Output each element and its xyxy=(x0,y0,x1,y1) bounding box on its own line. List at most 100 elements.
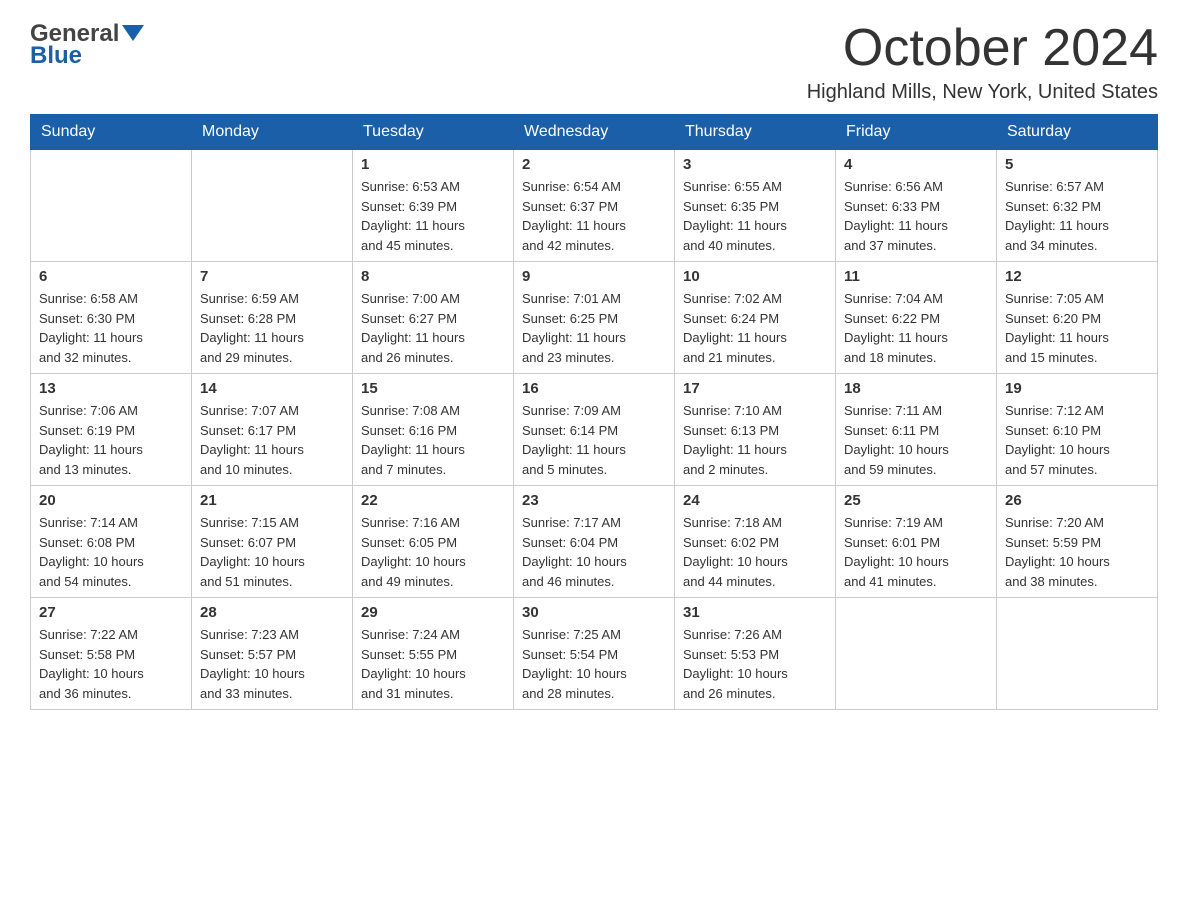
calendar-week-2: 6 Sunrise: 6:58 AM Sunset: 6:30 PM Daylig… xyxy=(31,262,1158,374)
calendar-cell: 19 Sunrise: 7:12 AM Sunset: 6:10 PM Dayli… xyxy=(997,374,1158,486)
day-info: Sunrise: 7:07 AM Sunset: 6:17 PM Dayligh… xyxy=(200,401,344,479)
calendar-cell: 23Sunrise: 7:17 AM Sunset: 6:04 PM Dayli… xyxy=(514,486,675,598)
calendar-week-1: 1Sunrise: 6:53 AM Sunset: 6:39 PM Daylig… xyxy=(31,150,1158,262)
calendar-cell: 1Sunrise: 6:53 AM Sunset: 6:39 PM Daylig… xyxy=(353,150,514,262)
day-number: 18 xyxy=(844,380,988,397)
calendar-header-sunday: Sunday xyxy=(31,115,192,150)
calendar-table: SundayMondayTuesdayWednesdayThursdayFrid… xyxy=(30,114,1158,710)
calendar-cell: 7 Sunrise: 6:59 AM Sunset: 6:28 PM Daylig… xyxy=(192,262,353,374)
day-info: Sunrise: 7:26 AM Sunset: 5:53 PM Dayligh… xyxy=(683,625,827,703)
calendar-cell: 15Sunrise: 7:08 AM Sunset: 6:16 PM Dayli… xyxy=(353,374,514,486)
calendar-week-5: 27 Sunrise: 7:22 AM Sunset: 5:58 PM Dayli… xyxy=(31,598,1158,710)
calendar-cell: 14Sunrise: 7:07 AM Sunset: 6:17 PM Dayli… xyxy=(192,374,353,486)
day-number: 9 xyxy=(522,268,666,285)
day-info: Sunrise: 6:54 AM Sunset: 6:37 PM Dayligh… xyxy=(522,177,666,255)
calendar-header-wednesday: Wednesday xyxy=(514,115,675,150)
day-info: Sunrise: 7:19 AM Sunset: 6:01 PM Dayligh… xyxy=(844,513,988,591)
calendar-header-friday: Friday xyxy=(836,115,997,150)
day-info: Sunrise: 7:09 AM Sunset: 6:14 PM Dayligh… xyxy=(522,401,666,479)
day-info: Sunrise: 7:23 AM Sunset: 5:57 PM Dayligh… xyxy=(200,625,344,703)
day-info: Sunrise: 7:00 AM Sunset: 6:27 PM Dayligh… xyxy=(361,289,505,367)
day-number: 22 xyxy=(361,492,505,509)
day-info: Sunrise: 7:10 AM Sunset: 6:13 PM Dayligh… xyxy=(683,401,827,479)
day-number: 1 xyxy=(361,156,505,173)
calendar-cell: 5 Sunrise: 6:57 AM Sunset: 6:32 PM Daylig… xyxy=(997,150,1158,262)
calendar-cell: 17 Sunrise: 7:10 AM Sunset: 6:13 PM Dayli… xyxy=(675,374,836,486)
day-number: 16 xyxy=(522,380,666,397)
day-info: Sunrise: 7:05 AM Sunset: 6:20 PM Dayligh… xyxy=(1005,289,1149,367)
calendar-cell: 26Sunrise: 7:20 AM Sunset: 5:59 PM Dayli… xyxy=(997,486,1158,598)
calendar-header-saturday: Saturday xyxy=(997,115,1158,150)
day-number: 13 xyxy=(39,380,183,397)
day-info: Sunrise: 7:22 AM Sunset: 5:58 PM Dayligh… xyxy=(39,625,183,703)
calendar-cell: 18 Sunrise: 7:11 AM Sunset: 6:11 PM Dayli… xyxy=(836,374,997,486)
day-number: 17 xyxy=(683,380,827,397)
day-number: 8 xyxy=(361,268,505,285)
calendar-week-3: 13 Sunrise: 7:06 AM Sunset: 6:19 PM Dayli… xyxy=(31,374,1158,486)
day-info: Sunrise: 7:04 AM Sunset: 6:22 PM Dayligh… xyxy=(844,289,988,367)
logo: General Blue xyxy=(30,20,144,70)
day-info: Sunrise: 7:01 AM Sunset: 6:25 PM Dayligh… xyxy=(522,289,666,367)
calendar-cell: 13 Sunrise: 7:06 AM Sunset: 6:19 PM Dayli… xyxy=(31,374,192,486)
calendar-cell xyxy=(31,150,192,262)
day-info: Sunrise: 7:02 AM Sunset: 6:24 PM Dayligh… xyxy=(683,289,827,367)
day-info: Sunrise: 6:57 AM Sunset: 6:32 PM Dayligh… xyxy=(1005,177,1149,255)
day-info: Sunrise: 7:16 AM Sunset: 6:05 PM Dayligh… xyxy=(361,513,505,591)
calendar-cell: 3 Sunrise: 6:55 AM Sunset: 6:35 PM Daylig… xyxy=(675,150,836,262)
calendar-cell xyxy=(997,598,1158,710)
day-info: Sunrise: 7:12 AM Sunset: 6:10 PM Dayligh… xyxy=(1005,401,1149,479)
day-info: Sunrise: 7:11 AM Sunset: 6:11 PM Dayligh… xyxy=(844,401,988,479)
day-info: Sunrise: 7:14 AM Sunset: 6:08 PM Dayligh… xyxy=(39,513,183,591)
calendar-cell: 21 Sunrise: 7:15 AM Sunset: 6:07 PM Dayli… xyxy=(192,486,353,598)
day-info: Sunrise: 6:55 AM Sunset: 6:35 PM Dayligh… xyxy=(683,177,827,255)
day-info: Sunrise: 7:15 AM Sunset: 6:07 PM Dayligh… xyxy=(200,513,344,591)
calendar-cell: 2 Sunrise: 6:54 AM Sunset: 6:37 PM Daylig… xyxy=(514,150,675,262)
day-number: 3 xyxy=(683,156,827,173)
calendar-cell: 28Sunrise: 7:23 AM Sunset: 5:57 PM Dayli… xyxy=(192,598,353,710)
day-number: 19 xyxy=(1005,380,1149,397)
calendar-cell: 24Sunrise: 7:18 AM Sunset: 6:02 PM Dayli… xyxy=(675,486,836,598)
day-number: 10 xyxy=(683,268,827,285)
page-header: General Blue October 2024 Highland Mills… xyxy=(30,20,1158,104)
calendar-cell: 30 Sunrise: 7:25 AM Sunset: 5:54 PM Dayli… xyxy=(514,598,675,710)
calendar-cell: 31 Sunrise: 7:26 AM Sunset: 5:53 PM Dayli… xyxy=(675,598,836,710)
calendar-cell: 20Sunrise: 7:14 AM Sunset: 6:08 PM Dayli… xyxy=(31,486,192,598)
day-number: 25 xyxy=(844,492,988,509)
title-section: October 2024 Highland Mills, New York, U… xyxy=(807,20,1158,104)
subtitle: Highland Mills, New York, United States xyxy=(807,81,1158,104)
calendar-cell: 25 Sunrise: 7:19 AM Sunset: 6:01 PM Dayli… xyxy=(836,486,997,598)
day-info: Sunrise: 7:20 AM Sunset: 5:59 PM Dayligh… xyxy=(1005,513,1149,591)
calendar-week-4: 20Sunrise: 7:14 AM Sunset: 6:08 PM Dayli… xyxy=(31,486,1158,598)
day-info: Sunrise: 7:25 AM Sunset: 5:54 PM Dayligh… xyxy=(522,625,666,703)
day-number: 29 xyxy=(361,604,505,621)
day-number: 27 xyxy=(39,604,183,621)
day-info: Sunrise: 6:56 AM Sunset: 6:33 PM Dayligh… xyxy=(844,177,988,255)
day-info: Sunrise: 6:58 AM Sunset: 6:30 PM Dayligh… xyxy=(39,289,183,367)
calendar-header-tuesday: Tuesday xyxy=(353,115,514,150)
calendar-cell: 6 Sunrise: 6:58 AM Sunset: 6:30 PM Daylig… xyxy=(31,262,192,374)
day-info: Sunrise: 6:59 AM Sunset: 6:28 PM Dayligh… xyxy=(200,289,344,367)
calendar-cell: 8 Sunrise: 7:00 AM Sunset: 6:27 PM Daylig… xyxy=(353,262,514,374)
day-info: Sunrise: 7:06 AM Sunset: 6:19 PM Dayligh… xyxy=(39,401,183,479)
day-number: 5 xyxy=(1005,156,1149,173)
day-number: 7 xyxy=(200,268,344,285)
day-number: 21 xyxy=(200,492,344,509)
day-number: 12 xyxy=(1005,268,1149,285)
day-info: Sunrise: 7:24 AM Sunset: 5:55 PM Dayligh… xyxy=(361,625,505,703)
calendar-cell: 29 Sunrise: 7:24 AM Sunset: 5:55 PM Dayli… xyxy=(353,598,514,710)
logo-blue-text: Blue xyxy=(30,42,82,70)
day-number: 6 xyxy=(39,268,183,285)
day-number: 2 xyxy=(522,156,666,173)
calendar-cell xyxy=(192,150,353,262)
calendar-cell: 4Sunrise: 6:56 AM Sunset: 6:33 PM Daylig… xyxy=(836,150,997,262)
calendar-header-thursday: Thursday xyxy=(675,115,836,150)
day-number: 30 xyxy=(522,604,666,621)
day-number: 15 xyxy=(361,380,505,397)
calendar-cell xyxy=(836,598,997,710)
calendar-cell: 27 Sunrise: 7:22 AM Sunset: 5:58 PM Dayli… xyxy=(31,598,192,710)
day-number: 31 xyxy=(683,604,827,621)
day-number: 23 xyxy=(522,492,666,509)
calendar-cell: 10 Sunrise: 7:02 AM Sunset: 6:24 PM Dayli… xyxy=(675,262,836,374)
logo-triangle-icon xyxy=(122,25,144,41)
calendar-cell: 16 Sunrise: 7:09 AM Sunset: 6:14 PM Dayli… xyxy=(514,374,675,486)
